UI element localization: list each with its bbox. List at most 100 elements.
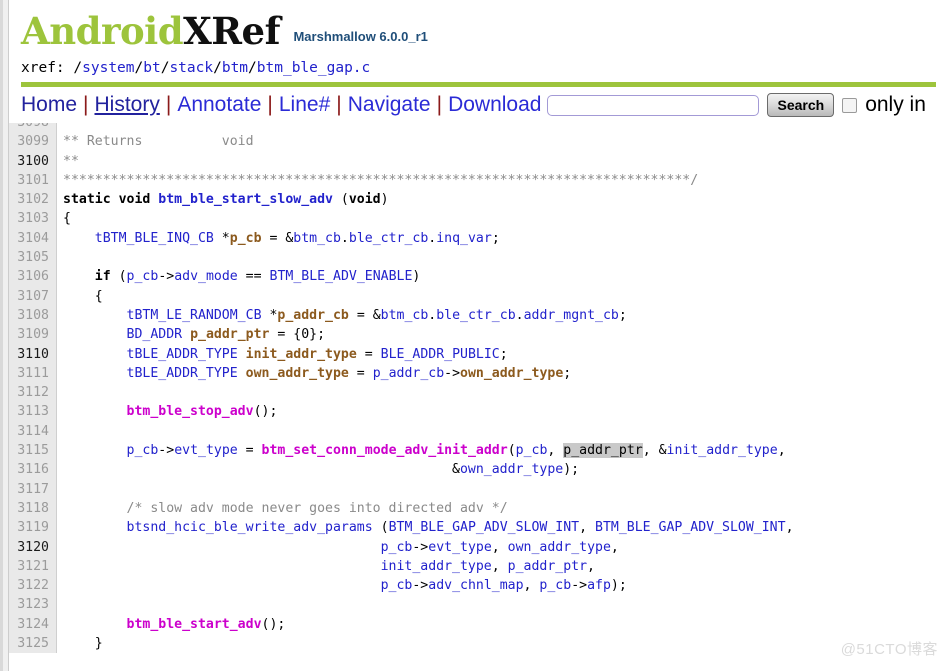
code-token[interactable]: init_addr_type (246, 347, 357, 362)
code-token[interactable]: own_addr_type (460, 366, 563, 381)
line-number[interactable]: 3120 (9, 538, 56, 557)
code-token[interactable]: addr_mgnt_cb (524, 308, 619, 323)
code-token[interactable]: p_cb (381, 540, 413, 555)
line-number[interactable]: 3116 (9, 460, 56, 479)
xref-path-segment-3[interactable]: btm (222, 60, 248, 76)
code-token[interactable]: ble_ctr_cb (436, 308, 515, 323)
code-token[interactable]: BD_ADDR (127, 327, 183, 342)
code-token[interactable]: btm_ble_stop_adv (127, 404, 254, 419)
line-number[interactable]: 3108 (9, 306, 56, 325)
line-number[interactable]: 3114 (9, 422, 56, 441)
code-token[interactable]: adv_chnl_map (428, 578, 523, 593)
code-token[interactable]: btm_ble_start_adv (127, 617, 262, 632)
code-token[interactable]: btm_cb (293, 231, 341, 246)
code-token[interactable]: tBTM_LE_RANDOM_CB (127, 308, 262, 323)
code-token[interactable]: btm_ble_start_slow_adv (158, 192, 333, 207)
code-token[interactable]: adv_mode (174, 269, 238, 284)
code-token[interactable]: BLE_ADDR_PUBLIC (381, 347, 500, 362)
only-in-checkbox[interactable] (842, 97, 858, 113)
line-number[interactable]: 3110 (9, 345, 56, 364)
line-number[interactable]: 3123 (9, 595, 56, 614)
line-number[interactable]: 3119 (9, 518, 56, 537)
line-number[interactable]: 3122 (9, 576, 56, 595)
line-number[interactable]: 3109 (9, 325, 56, 344)
line-number[interactable]: 3104 (9, 229, 56, 248)
code-token[interactable]: inq_var (436, 231, 492, 246)
line-number[interactable]: 3115 (9, 441, 56, 460)
code-token[interactable]: p_cb (381, 578, 413, 593)
search-input[interactable] (547, 94, 760, 116)
code-token[interactable]: p_cb (230, 231, 262, 246)
search-button[interactable]: Search (767, 93, 835, 117)
code-token[interactable]: p_addr_cb (373, 366, 444, 381)
nav-item-home[interactable]: Home (21, 93, 77, 116)
line-number[interactable]: 3125 (9, 634, 56, 653)
line-number[interactable]: 3099 (9, 132, 56, 151)
nav-item-download[interactable]: Download (448, 93, 541, 116)
code-token[interactable]: own_addr_type (246, 366, 349, 381)
code-token[interactable]: p_addr_cb (277, 308, 348, 323)
code-token[interactable]: p_cb (516, 443, 548, 458)
xref-path-segment-2[interactable]: stack (169, 60, 213, 76)
code-token[interactable]: btsnd_hcic_ble_write_adv_params (127, 520, 373, 535)
xref-path-links[interactable]: /system/bt/stack/btm/btm_ble_gap.c (73, 60, 370, 76)
line-number[interactable]: 3107 (9, 287, 56, 306)
line-number[interactable]: 3112 (9, 383, 56, 402)
site-logo[interactable]: AndroidXRef (21, 13, 281, 50)
code-token[interactable]: p_addr_ptr (508, 559, 587, 574)
code-text: tBLE_ADDR_TYPE own_addr_type = p_addr_cb… (56, 364, 572, 383)
code-token: ) (380, 192, 389, 208)
code-token[interactable]: p_cb (127, 443, 159, 458)
code-token[interactable]: BTM_BLE_GAP_ADV_SLOW_INT (595, 520, 786, 535)
code-token[interactable]: p_addr_ptr (190, 327, 269, 342)
code-token[interactable]: evt_type (428, 540, 492, 555)
code-token[interactable]: p_cb (539, 578, 571, 593)
code-token[interactable]: afp (587, 578, 611, 593)
code-token[interactable]: init_addr_type (667, 443, 778, 458)
code-token[interactable]: evt_type (174, 443, 238, 458)
code-token[interactable]: tBLE_ADDR_TYPE (127, 366, 238, 381)
xref-path-segment-0[interactable]: system (82, 60, 134, 76)
line-number[interactable]: 3105 (9, 248, 56, 267)
code-token[interactable]: own_addr_type (460, 462, 563, 477)
code-token[interactable]: btm_cb (381, 308, 429, 323)
nav-item-annotate[interactable]: Annotate (177, 93, 261, 116)
code-token[interactable]: BTM_BLE_GAP_ADV_SLOW_INT (389, 520, 580, 535)
line-number[interactable]: 3118 (9, 499, 56, 518)
code-token[interactable]: init_addr_type (381, 559, 492, 574)
nav-item-history[interactable]: History (95, 93, 160, 116)
code-token[interactable]: tBLE_ADDR_TYPE (127, 347, 238, 362)
code-token: == (237, 269, 270, 285)
line-number[interactable]: 3103 (9, 209, 56, 228)
line-number[interactable]: 3106 (9, 267, 56, 286)
code-token: , (579, 520, 596, 536)
code-line: 3124 btm_ble_start_adv(); (9, 615, 950, 634)
code-token[interactable]: ble_ctr_cb (349, 231, 428, 246)
highlighted-symbol[interactable]: p_addr_ptr (563, 443, 643, 459)
line-number[interactable]: 3101 (9, 171, 56, 190)
code-token[interactable]: p_cb (127, 269, 159, 284)
xref-path-separator: / (248, 60, 257, 76)
code-viewer[interactable]: 3098** 3099** Returns void3100**3101****… (9, 123, 950, 653)
xref-path-segment-4[interactable]: btm_ble_gap.c (257, 60, 371, 76)
line-number[interactable]: 3100 (9, 152, 56, 171)
line-number[interactable]: 3117 (9, 480, 56, 499)
line-number[interactable]: 3111 (9, 364, 56, 383)
line-number[interactable]: 3102 (9, 190, 56, 209)
xref-path-segment-1[interactable]: bt (143, 60, 160, 76)
nav-item-navigate[interactable]: Navigate (348, 93, 431, 116)
line-number[interactable]: 3098 (9, 123, 56, 132)
line-number[interactable]: 3121 (9, 557, 56, 576)
line-number[interactable]: 3124 (9, 615, 56, 634)
code-token[interactable]: btm_set_conn_mode_adv_init_addr (262, 443, 508, 458)
line-number[interactable]: 3113 (9, 402, 56, 421)
code-token[interactable]: own_addr_type (508, 540, 611, 555)
code-token[interactable]: BTM_BLE_ADV_ENABLE (270, 269, 413, 284)
code-token[interactable]: tBTM_BLE_INQ_CB (95, 231, 214, 246)
nav-item-line[interactable]: Line# (279, 93, 330, 116)
